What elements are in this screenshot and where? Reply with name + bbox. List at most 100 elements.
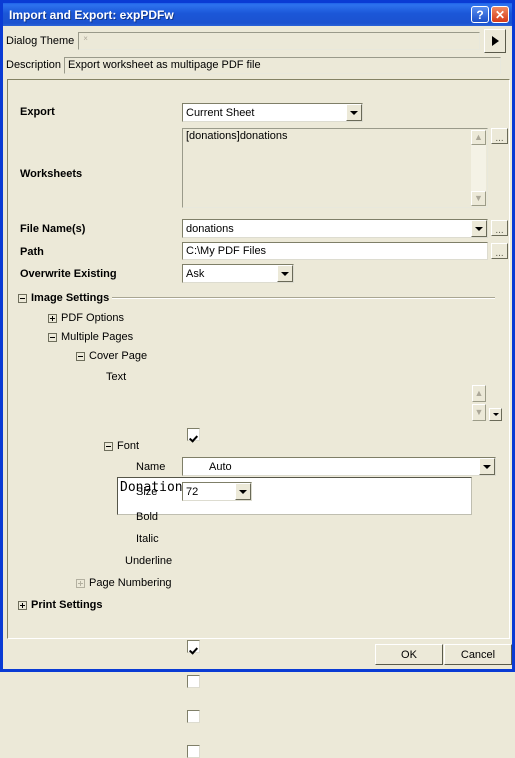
font-bold-label: Bold [136,511,159,523]
multiple-pages-label: Multiple Pages [61,331,134,343]
ellipsis-icon: ... [495,225,504,236]
play-arrow-icon [491,36,499,46]
font-size-dropdown-button[interactable] [235,483,251,500]
file-names-combobox[interactable]: donations [182,219,488,238]
scroll-down-button[interactable]: ▼ [472,404,486,421]
help-button[interactable]: ? [471,6,489,23]
close-icon: ✕ [494,7,506,22]
font-size-label: Size [136,486,158,498]
pdf-options-label: PDF Options [61,312,124,324]
export-dropdown-button[interactable] [346,104,362,121]
tree-node-multiple-pages[interactable]: Multiple Pages [48,331,133,343]
tree-node-pdf-options[interactable]: PDF Options [48,312,124,324]
close-button[interactable]: ✕ [491,6,509,23]
cover-page-label: Cover Page [89,350,148,362]
title-bar: Import and Export: expPDFw ? ✕ [3,3,512,26]
image-settings-group-line [112,297,495,299]
description-row: Description Export worksheet as multipag… [6,55,512,75]
dialog-theme-input[interactable]: × [78,32,481,50]
tree-node-print-settings[interactable]: Print Settings [18,599,103,611]
collapse-minus-icon[interactable] [76,351,85,361]
file-names-dropdown-button[interactable] [471,220,487,237]
image-settings-label: Image Settings [31,292,110,304]
tree-node-font[interactable]: Font [104,440,139,452]
ellipsis-icon: ... [495,133,504,144]
file-names-label: File Name(s) [20,223,86,235]
font-size-value: 72 [186,485,199,498]
overwrite-existing-combobox[interactable]: Ask [182,264,294,283]
chevron-down-icon: ▼ [474,407,484,417]
chevron-down-icon [475,226,483,231]
dialog-theme-expand-button[interactable] [484,29,507,53]
window-title: Import and Export: expPDFw [9,7,174,22]
scroll-down-button[interactable]: ▼ [471,191,486,206]
worksheets-browse-button[interactable]: ... [491,128,508,144]
export-combobox[interactable]: Current Sheet [182,103,363,122]
file-names-browse-button[interactable]: ... [491,220,508,236]
font-name-label: Name [136,461,166,473]
settings-panel: Export Current Sheet Worksheets [donatio… [7,79,510,758]
description-input[interactable]: Export worksheet as multipage PDF file [64,56,502,74]
collapse-minus-icon[interactable] [104,441,113,451]
chevron-down-icon [492,413,499,416]
chevron-up-icon: ▲ [474,388,484,398]
dialog-window: Import and Export: expPDFw ? ✕ Dialog Th… [0,0,515,758]
overwrite-existing-label: Overwrite Existing [20,268,117,280]
font-italic-label: Italic [136,533,159,545]
cover-text-scrollbar[interactable]: ▲ ▼ [472,385,486,421]
export-label: Export [20,106,55,118]
cover-text-label: Text [106,371,127,383]
cover-page-checkbox[interactable] [187,428,200,441]
font-underline-checkbox[interactable] [187,710,200,723]
path-input[interactable]: C:\My PDF Files [182,242,488,260]
file-names-value: donations [186,222,234,235]
path-browse-button[interactable]: ... [491,243,508,259]
font-underline-label: Underline [125,555,173,567]
collapse-minus-icon[interactable] [18,293,27,303]
tree-node-cover-page[interactable]: Cover Page [76,350,147,362]
ellipsis-icon: ... [495,248,504,259]
font-name-combobox[interactable]: Auto [182,457,496,476]
question-mark-icon: ? [476,7,484,22]
expand-plus-icon [76,578,85,588]
cancel-button[interactable]: Cancel [444,644,512,665]
dialog-theme-label: Dialog Theme [6,35,75,47]
overwrite-dropdown-button[interactable] [277,265,293,282]
font-name-value: Auto [209,460,232,473]
scroll-up-button[interactable]: ▲ [472,385,486,402]
font-italic-checkbox[interactable] [187,675,200,688]
font-label: Font [117,440,140,452]
export-value: Current Sheet [186,106,255,119]
dialog-theme-row: Dialog Theme × [6,29,512,53]
expand-plus-icon[interactable] [18,600,27,610]
chevron-up-icon: ▲ [474,132,483,142]
page-numbering-checkbox[interactable] [187,745,200,758]
worksheets-label: Worksheets [20,168,83,180]
description-label: Description [6,59,62,71]
cover-text-value: Donations [120,480,191,495]
cover-text-textarea[interactable]: Donations [117,477,472,515]
print-settings-label: Print Settings [31,599,103,611]
font-bold-checkbox[interactable] [187,640,200,653]
chevron-down-icon [239,489,247,494]
chevron-down-icon [350,110,358,115]
collapse-minus-icon[interactable] [48,332,57,342]
cover-text-dropdown-button[interactable] [489,408,502,421]
chevron-down-icon: ▼ [474,193,483,203]
tree-node-page-numbering[interactable]: Page Numbering [76,577,172,589]
cancel-button-label: Cancel [460,648,496,661]
expand-plus-icon[interactable] [48,313,57,323]
window-controls: ? ✕ [471,6,509,23]
font-size-combobox[interactable]: 72 [182,482,252,501]
scroll-up-button[interactable]: ▲ [471,130,486,145]
chevron-down-icon [281,271,289,276]
list-item[interactable]: [donations]donations [183,129,487,142]
tree-node-image-settings[interactable]: Image Settings [18,292,109,304]
worksheets-scrollbar[interactable]: ▲ ▼ [471,130,486,206]
worksheets-listbox[interactable]: [donations]donations ▲ ▼ [182,128,488,208]
path-label: Path [20,246,44,258]
page-numbering-label: Page Numbering [89,577,172,589]
overwrite-existing-value: Ask [186,267,205,280]
font-name-dropdown-button[interactable] [479,458,495,475]
ok-button[interactable]: OK [375,644,443,665]
